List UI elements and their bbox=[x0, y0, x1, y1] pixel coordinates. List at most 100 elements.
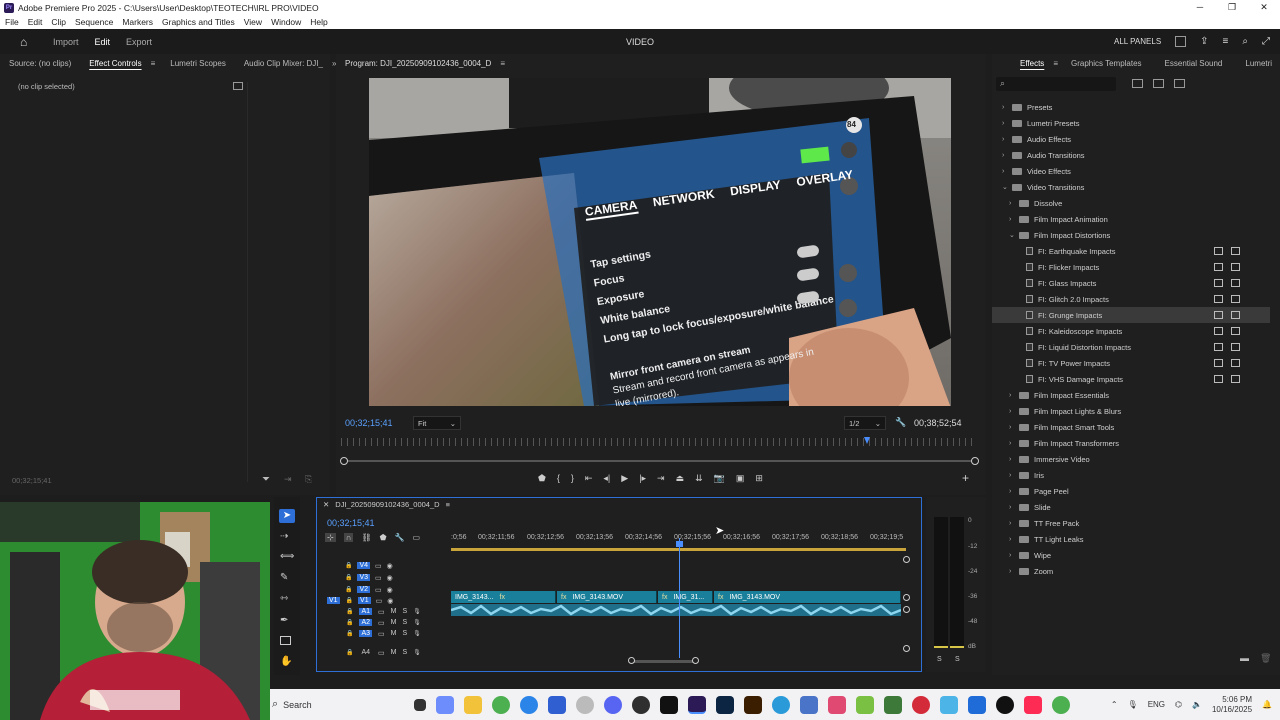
tab-effect-controls[interactable]: Effect Controls bbox=[80, 59, 150, 68]
chevron-right-icon[interactable]: › bbox=[1009, 536, 1019, 543]
solo-left-button[interactable]: S bbox=[937, 656, 942, 663]
effects-search-input[interactable]: ⌕ bbox=[996, 77, 1116, 91]
menu-edit[interactable]: Edit bbox=[28, 17, 43, 27]
audio-track-a1[interactable] bbox=[450, 604, 902, 616]
effects-folder[interactable]: › TT Light Leaks bbox=[992, 531, 1270, 547]
track-end-handle[interactable] bbox=[903, 645, 910, 652]
sync-lock-icon[interactable]: ▭ bbox=[378, 619, 385, 627]
solo-right-button[interactable]: S bbox=[955, 656, 960, 663]
chevron-right-icon[interactable]: › bbox=[1009, 520, 1019, 527]
go-to-in-icon[interactable]: ⇤ bbox=[585, 473, 593, 484]
mute-button[interactable]: M bbox=[391, 608, 397, 615]
task-view-icon[interactable] bbox=[414, 698, 426, 711]
timeline-playhead[interactable] bbox=[679, 538, 680, 658]
keyboard-language[interactable]: ENG bbox=[1148, 700, 1165, 709]
tab-program[interactable]: Program: DJI_20250909102436_0004_D bbox=[336, 59, 500, 68]
go-to-out-icon[interactable]: ⇥ bbox=[657, 473, 665, 484]
effects-folder[interactable]: › Immersive Video bbox=[992, 451, 1270, 467]
capcut-icon[interactable] bbox=[660, 695, 678, 714]
mute-button[interactable]: M bbox=[391, 649, 397, 656]
add-marker-icon[interactable]: ⬟ bbox=[380, 533, 387, 542]
effect-item[interactable]: FI: VHS Damage Impacts bbox=[992, 371, 1270, 387]
sync-lock-icon[interactable]: ▭ bbox=[375, 574, 382, 582]
menu-file[interactable]: File bbox=[5, 17, 19, 27]
app-red-icon[interactable] bbox=[912, 695, 930, 714]
track-name[interactable]: A2 bbox=[359, 619, 373, 626]
share-icon[interactable]: ⇪ bbox=[1200, 36, 1208, 47]
menu-markers[interactable]: Markers bbox=[122, 17, 153, 27]
timeline-clip[interactable]: fx IMG_3143.MOV bbox=[557, 591, 657, 603]
sync-lock-icon[interactable]: ▭ bbox=[375, 562, 382, 570]
chevron-right-icon[interactable]: › bbox=[1009, 504, 1019, 511]
timeline-playhead-head[interactable] bbox=[676, 541, 683, 547]
timeline-clip[interactable]: IMG_3143... fx bbox=[451, 591, 556, 603]
photoshop-icon[interactable] bbox=[716, 695, 734, 714]
sequence-tab[interactable]: DJI_20250909102436_0004_D bbox=[335, 500, 439, 509]
effects-folder[interactable]: › Wipe bbox=[992, 547, 1270, 563]
yuv-effects-icon[interactable] bbox=[1174, 79, 1185, 88]
effect-item[interactable]: FI: Glass Impacts bbox=[992, 275, 1270, 291]
chevron-right-icon[interactable]: › bbox=[1002, 104, 1012, 111]
sync-lock-icon[interactable]: ▭ bbox=[378, 608, 385, 616]
solo-button[interactable]: S bbox=[403, 608, 408, 615]
pen-tool-icon[interactable]: ✒ bbox=[280, 615, 288, 626]
add-marker-icon[interactable]: ⬟ bbox=[538, 473, 546, 484]
microphone-icon[interactable]: 🎙 bbox=[413, 619, 421, 626]
eye-icon[interactable]: ◉ bbox=[387, 586, 393, 594]
rectangle-tool-icon[interactable] bbox=[280, 636, 291, 645]
track-end-handle[interactable] bbox=[903, 594, 910, 601]
effects-folder[interactable]: › Lumetri Presets bbox=[992, 115, 1270, 131]
lock-icon[interactable]: 🔒 bbox=[345, 562, 352, 569]
control-panel-icon[interactable] bbox=[800, 695, 818, 714]
chevron-right-icon[interactable]: › bbox=[1002, 136, 1012, 143]
lift-icon[interactable]: ⏏ bbox=[676, 473, 685, 484]
export-frame-icon[interactable]: 📷 bbox=[714, 473, 725, 484]
effects-menu-icon[interactable]: ≡ bbox=[1053, 59, 1062, 68]
effects-folder[interactable]: › Film Impact Animation bbox=[992, 211, 1270, 227]
effects-folder[interactable]: › Presets bbox=[992, 99, 1270, 115]
solo-button[interactable]: S bbox=[403, 649, 408, 656]
zoom-scrollbar[interactable] bbox=[344, 460, 976, 462]
track-name[interactable]: A4 bbox=[359, 649, 372, 656]
microphone-icon[interactable]: 🎙 bbox=[413, 630, 421, 637]
play-icon[interactable]: ▶ bbox=[621, 473, 628, 484]
source-patch-v1[interactable]: V1 bbox=[327, 597, 340, 604]
lock-icon[interactable]: 🔒 bbox=[345, 574, 352, 581]
track-end-handle[interactable] bbox=[903, 556, 910, 563]
timeline-clip[interactable]: fx IMG_31... bbox=[658, 591, 713, 603]
volume-icon[interactable]: 🔈 bbox=[1192, 700, 1202, 709]
mute-button[interactable]: M bbox=[391, 630, 397, 637]
track-select-tool-icon[interactable]: ⇢ bbox=[280, 531, 288, 542]
lock-icon[interactable]: 🔒 bbox=[346, 597, 353, 604]
app-dark-green-icon[interactable] bbox=[884, 695, 902, 714]
chevron-down-icon[interactable]: ⌄ bbox=[1009, 231, 1019, 239]
solo-button[interactable]: S bbox=[403, 630, 408, 637]
chevron-right-icon[interactable]: › bbox=[1009, 472, 1019, 479]
effects-folder[interactable]: › Audio Transitions bbox=[992, 147, 1270, 163]
comparison-view-icon[interactable]: ▣ bbox=[736, 473, 745, 484]
home-icon[interactable]: ⌂ bbox=[20, 36, 33, 48]
zoom-handle-left[interactable] bbox=[340, 457, 348, 465]
new-bin-icon[interactable]: ▬ bbox=[1240, 653, 1249, 663]
tab-essential-sound[interactable]: Essential Sound bbox=[1151, 59, 1232, 68]
workspace-edit[interactable]: Edit bbox=[95, 37, 111, 47]
chevron-down-icon[interactable]: ⌄ bbox=[1002, 183, 1012, 191]
outlook-icon[interactable] bbox=[968, 695, 986, 714]
eye-icon[interactable]: ◉ bbox=[387, 562, 393, 570]
sync-lock-icon[interactable]: ▭ bbox=[376, 597, 383, 605]
accelerated-effects-icon[interactable] bbox=[1132, 79, 1143, 88]
menu-help[interactable]: Help bbox=[310, 17, 327, 27]
chevron-right-icon[interactable]: › bbox=[1009, 568, 1019, 575]
effects-folder[interactable]: › Slide bbox=[992, 499, 1270, 515]
timeline-view-icon[interactable] bbox=[233, 82, 243, 90]
clock[interactable]: 5:06 PM 10/16/2025 bbox=[1212, 695, 1252, 715]
program-menu-icon[interactable]: ≡ bbox=[500, 59, 505, 68]
notifications-icon[interactable]: 🔔 bbox=[1262, 700, 1272, 709]
delete-icon[interactable]: 🗑 bbox=[1260, 653, 1271, 664]
fit-dropdown[interactable]: Fit ⌄ bbox=[413, 416, 461, 430]
notepad-icon[interactable] bbox=[940, 695, 958, 714]
effect-item[interactable]: FI: Grunge Impacts bbox=[992, 307, 1270, 323]
tab-audio-clip-mixer[interactable]: Audio Clip Mixer: DJI_ bbox=[235, 59, 332, 68]
store-icon[interactable] bbox=[548, 695, 566, 714]
timeline-zoom-scrollbar[interactable] bbox=[632, 660, 696, 663]
